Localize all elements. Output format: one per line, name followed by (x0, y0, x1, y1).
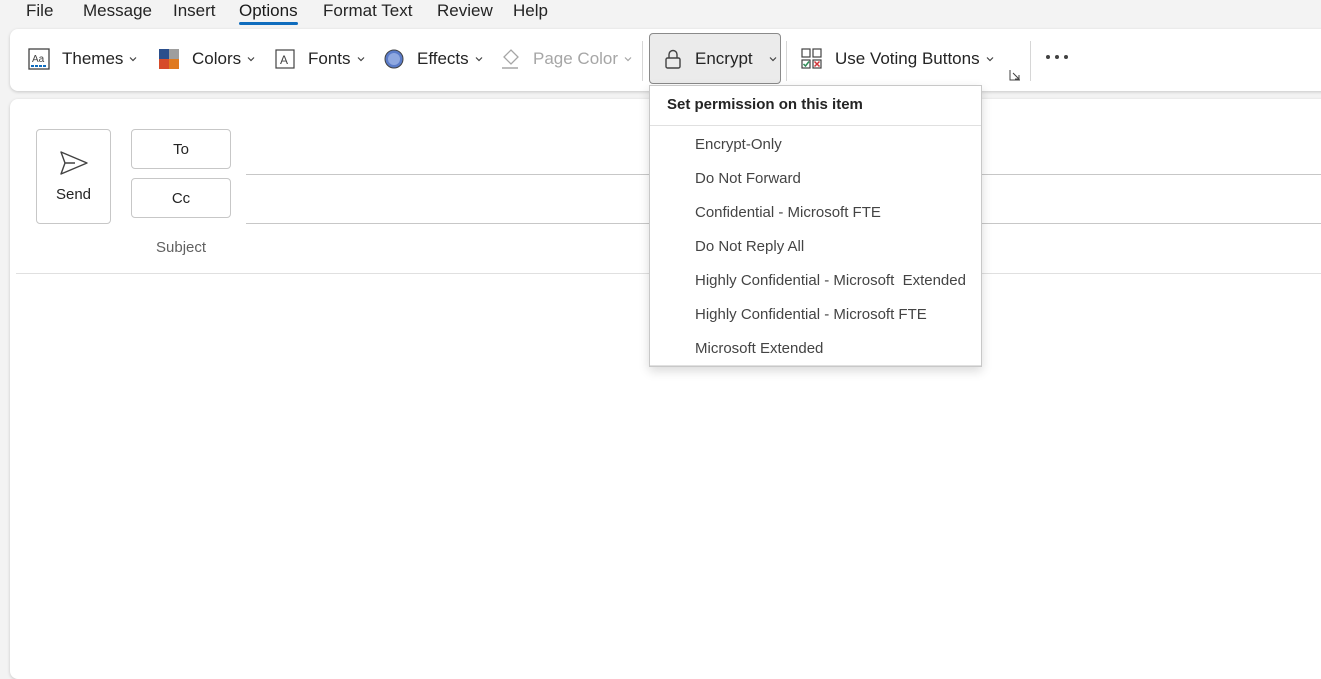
chevron-down-icon (475, 57, 483, 62)
chevron-down-icon (247, 57, 255, 62)
tab-message[interactable]: Message (83, 0, 152, 22)
to-button[interactable]: To (131, 129, 231, 169)
encrypt-label: Encrypt (695, 48, 753, 68)
menu-item-highly-confidential-extended[interactable]: Highly Confidential - Microsoft Extended (650, 263, 981, 297)
colors-icon (159, 49, 179, 69)
themes-icon: Aa (28, 48, 50, 70)
tab-help[interactable]: Help (513, 0, 548, 22)
colors-button[interactable]: Colors (158, 41, 255, 77)
paint-bucket-icon (502, 49, 519, 69)
tab-review[interactable]: Review (437, 0, 493, 22)
menu-item-microsoft-extended[interactable]: Microsoft Extended (650, 331, 981, 365)
voting-label: Use Voting Buttons (835, 49, 980, 68)
tab-format-text[interactable]: Format Text (323, 0, 412, 22)
menu-item-encrypt-only[interactable]: Encrypt-Only (650, 127, 981, 161)
effects-icon (384, 49, 404, 69)
menu-item-highly-confidential-fte[interactable]: Highly Confidential - Microsoft FTE (650, 297, 981, 331)
cc-button[interactable]: Cc (131, 178, 231, 218)
send-button[interactable]: Send (36, 129, 111, 224)
colors-label: Colors (192, 49, 242, 68)
page-color-button[interactable]: Page Color (499, 41, 632, 77)
ribbon: Aa Themes Colors A Fonts Effects Page Co… (10, 29, 1321, 91)
encrypt-dropdown: Set permission on this item Encrypt-Only… (649, 85, 982, 367)
dropdown-header: Set permission on this item (667, 96, 863, 113)
dropdown-divider (650, 125, 981, 126)
tab-options[interactable]: Options (239, 0, 298, 25)
tab-insert[interactable]: Insert (173, 0, 216, 22)
encrypt-button[interactable]: Encrypt (649, 33, 781, 84)
chevron-down-icon (986, 57, 994, 62)
tab-file[interactable]: File (26, 0, 53, 22)
chevron-down-icon (129, 57, 137, 62)
ribbon-divider (1030, 41, 1031, 81)
menu-item-confidential-fte[interactable]: Confidential - Microsoft FTE (650, 195, 981, 229)
themes-button[interactable]: Aa Themes (28, 41, 137, 77)
menu-bar: File Message Insert Options Format Text … (0, 0, 1321, 26)
fonts-button[interactable]: A Fonts (274, 41, 365, 77)
chevron-down-icon (357, 57, 364, 62)
page-color-label: Page Color (533, 49, 619, 68)
fonts-icon: A (275, 49, 295, 69)
effects-label: Effects (417, 49, 469, 68)
dialog-launcher-icon[interactable] (1009, 69, 1021, 81)
svg-text:Aa: Aa (32, 54, 45, 65)
effects-button[interactable]: Effects (383, 41, 483, 77)
fonts-label: Fonts (308, 49, 351, 68)
ribbon-divider (642, 41, 643, 81)
voting-buttons-button[interactable]: Use Voting Buttons (801, 41, 994, 77)
subject-label: Subject (156, 239, 207, 256)
chevron-down-icon (624, 57, 632, 62)
dropdown-bottom-divider (650, 365, 981, 366)
send-label: Send (55, 186, 92, 203)
lock-icon (665, 49, 681, 69)
themes-label: Themes (62, 49, 124, 68)
chevron-down-icon (769, 56, 777, 61)
menu-item-do-not-forward[interactable]: Do Not Forward (650, 161, 981, 195)
svg-text:A: A (280, 53, 288, 67)
menu-item-do-not-reply-all[interactable]: Do Not Reply All (650, 229, 981, 263)
send-icon (59, 151, 88, 175)
ribbon-divider (786, 41, 787, 81)
more-options-icon[interactable] (1044, 49, 1070, 65)
voting-icon (801, 48, 822, 69)
